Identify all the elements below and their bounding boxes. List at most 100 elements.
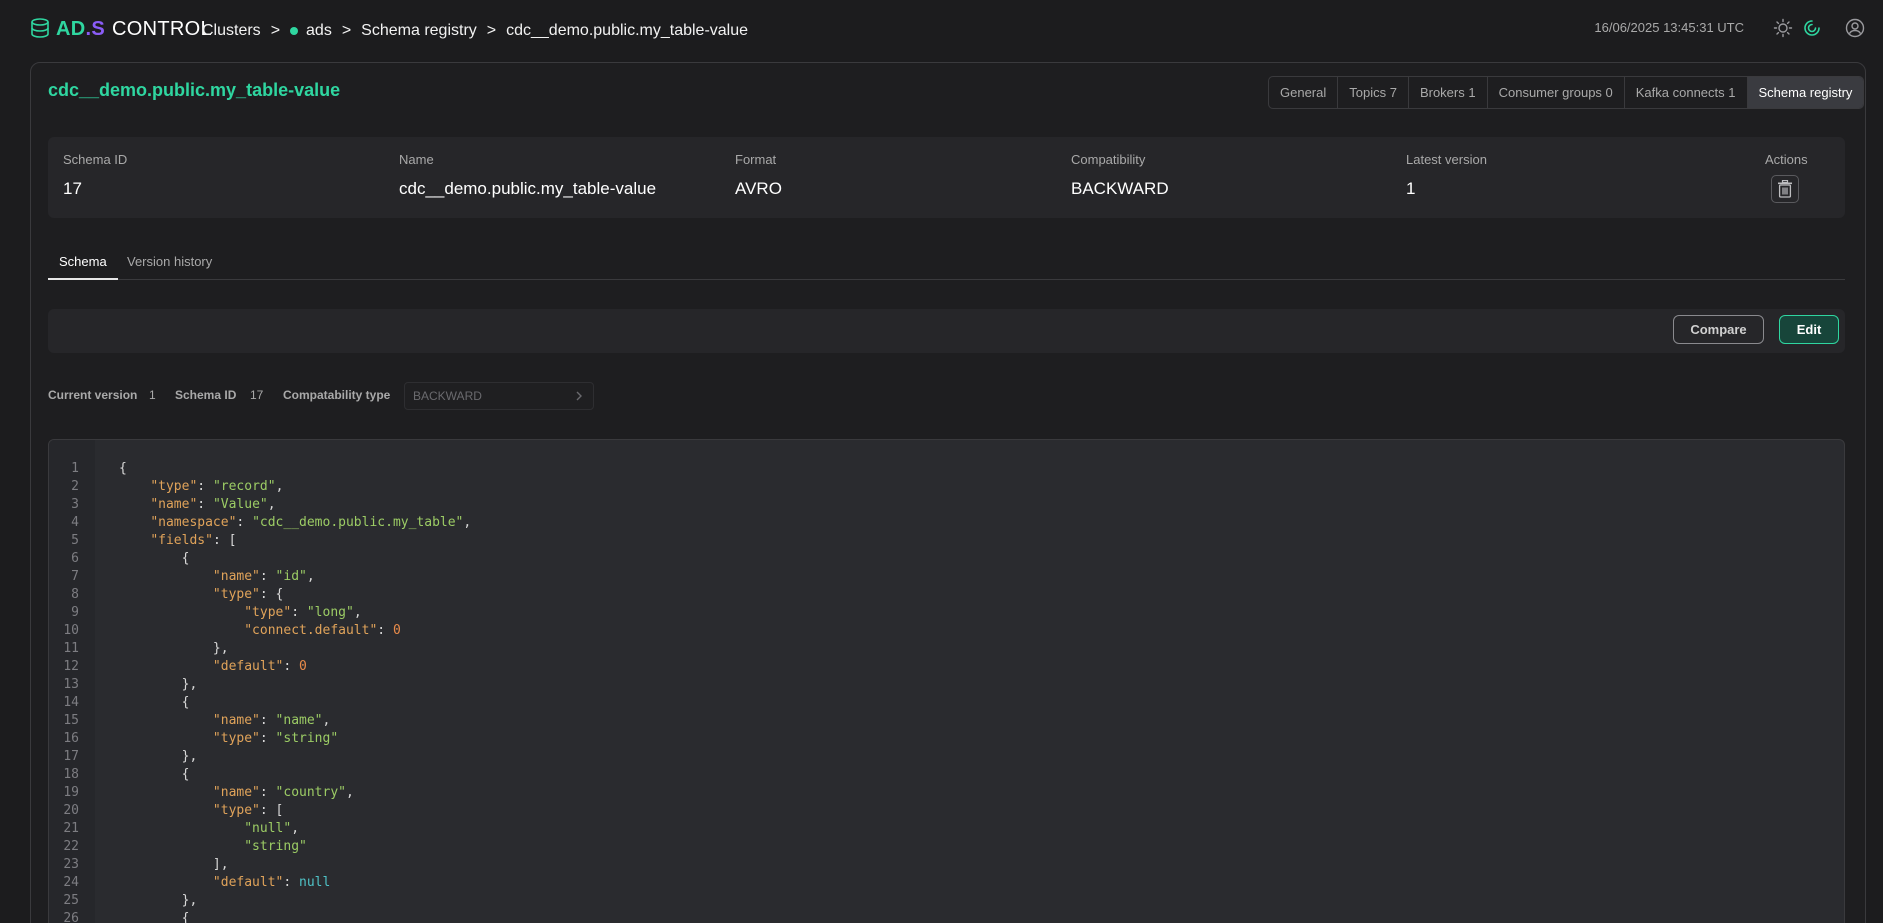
line-number: 3 [71,497,79,512]
sun-icon[interactable] [1773,18,1793,38]
code-token: "type" [244,605,292,620]
line-number: 2 [71,479,79,494]
code-token: : [259,785,276,800]
code-line: 8 "type": { [49,586,1844,604]
tab-kafka-connects[interactable]: Kafka connects 1 [1625,77,1748,108]
subtab-schema[interactable]: Schema [48,254,118,280]
breadcrumb-clusters[interactable]: Clusters [202,22,261,40]
tab-consumer-groups[interactable]: Consumer groups 0 [1488,77,1625,108]
edit-button[interactable]: Edit [1779,315,1839,344]
breadcrumb-cluster-label: ads [306,22,332,39]
code-text: "string" [119,838,307,856]
code-token: "namespace" [150,515,237,530]
code-text: }, [119,748,198,766]
tab-brokers[interactable]: Brokers 1 [1409,77,1488,108]
tab-general[interactable]: General [1269,77,1339,108]
code-token: : [ [212,533,237,548]
code-token: "name" [212,785,260,800]
line-number: 13 [63,677,79,692]
line-number: 26 [63,911,79,923]
code-text: { [119,694,190,712]
line-number: 18 [63,767,79,782]
code-line: 25 }, [49,892,1844,910]
delete-schema-button[interactable] [1771,175,1799,203]
schema-info-card: Schema ID 17 Name cdc__demo.public.my_ta… [48,137,1845,218]
line-number: 16 [63,731,79,746]
database-logo-icon [31,18,49,38]
line-number: 8 [71,587,79,602]
code-text: "name": "Value", [119,496,275,514]
line-number: 9 [71,605,79,620]
compat-type-select[interactable]: BACKWARD [404,382,594,410]
code-text: "fields": [ [119,532,236,550]
code-token: "country" [275,785,346,800]
code-token: : [259,731,276,746]
line-number: 5 [71,533,79,548]
code-text: "type": "string" [119,730,338,748]
compatibility-label: Compatibility [1071,152,1146,167]
tab-schema-registry[interactable]: Schema registry [1747,77,1864,108]
code-token: }, [119,893,198,908]
code-text: }, [119,892,198,910]
schema-code-editor[interactable]: 1{2 "type": "record", 3 "name": "Value", 4… [48,439,1845,923]
actions-label: Actions [1765,152,1808,167]
datetime: 16/06/2025 13:45:31 UTC [1594,20,1744,35]
code-token: 0 [299,659,307,674]
line-number: 11 [63,641,79,656]
code-token: "type" [212,803,260,818]
code-lines: 1{2 "type": "record", 3 "name": "Value", 4… [49,460,1844,923]
code-text: ], [119,856,229,874]
schema-toolbar: Compare Edit [48,309,1845,353]
code-token: ], [119,857,229,872]
logo[interactable]: AD. S CONTROL [30,16,212,42]
code-token: "fields" [150,533,213,548]
line-number: 6 [71,551,79,566]
code-token: , [463,515,472,530]
code-line: 13 }, [49,676,1844,694]
code-line: 15 "name": "name", [49,712,1844,730]
code-token: , [291,821,300,836]
code-line: 21 "null", [49,820,1844,838]
line-number: 15 [63,713,79,728]
code-token: "type" [150,479,198,494]
tab-topics[interactable]: Topics 7 [1338,77,1409,108]
code-token: "default" [212,875,284,890]
line-number: 23 [63,857,79,872]
line-number: 10 [63,623,79,638]
logo-s: S [91,17,105,40]
current-version-label: Current version [48,388,138,402]
code-text: "null", [119,820,299,838]
subtab-version-history[interactable]: Version history [127,254,212,278]
code-text: "name": "country", [119,784,354,802]
compat-type-value: BACKWARD [413,389,482,403]
refresh-icon[interactable] [1802,18,1822,38]
breadcrumb-cluster[interactable]: ads [290,22,332,40]
code-line: 20 "type": [ [49,802,1844,820]
code-token: "Value" [212,497,268,512]
code-line: 16 "type": "string" [49,730,1844,748]
code-token: : { [259,587,284,602]
code-token: "long" [306,605,354,620]
breadcrumb-schema-registry[interactable]: Schema registry [361,22,477,40]
code-token: : [197,479,213,494]
code-text: { [119,460,127,478]
schema-id-label: Schema ID [63,152,128,167]
line-number: 17 [63,749,79,764]
format-label: Format [735,152,777,167]
code-token: { [119,695,190,710]
code-line: 5 "fields": [ [49,532,1844,550]
code-text: "type": { [119,586,283,604]
code-line: 2 "type": "record", [49,478,1844,496]
code-token: , [346,785,354,800]
compare-button[interactable]: Compare [1673,315,1764,344]
breadcrumb-separator: > [486,22,497,39]
code-line: 18 { [49,766,1844,784]
cluster-nav-tabs: General Topics 7 Brokers 1 Consumer grou… [1268,76,1865,109]
user-icon[interactable] [1845,18,1865,38]
